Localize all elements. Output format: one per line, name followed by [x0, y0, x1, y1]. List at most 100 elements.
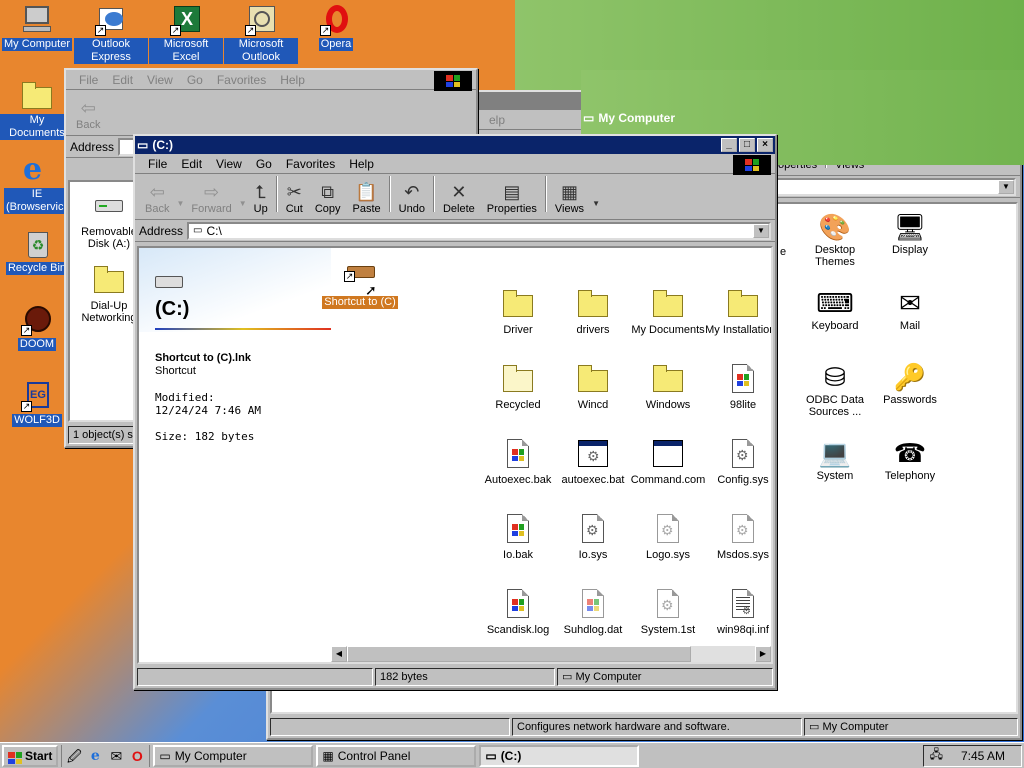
item-folder-wincd[interactable]: Wincd	[554, 363, 632, 411]
views-button[interactable]: ▦Views	[549, 173, 590, 215]
back-dropdown-button[interactable]: ▼	[175, 173, 185, 215]
c-drive-address-input[interactable]: ▭ C:\ ▼	[187, 221, 771, 240]
menu-view[interactable]: View	[209, 157, 249, 171]
cp-item-odbc[interactable]: ⛁ ODBC Data Sources ...	[796, 360, 874, 418]
folder-icon	[652, 363, 684, 395]
scroll-thumb[interactable]	[347, 646, 691, 662]
c-drive-content: (C:) Shortcut to (C).lnk Shortcut Modifi…	[137, 246, 773, 664]
item-file-suhdlog-dat[interactable]: Suhdlog.dat	[554, 588, 632, 636]
application-icon	[652, 438, 684, 470]
info-filetype: Shortcut	[155, 365, 196, 377]
start-button[interactable]: Start	[2, 744, 59, 767]
undo-button[interactable]: ↶ Undo	[393, 173, 431, 215]
desktop-icon-ie[interactable]: e IE (Browservice)	[0, 154, 74, 214]
cp-item-mail[interactable]: ✉ Mail	[871, 286, 949, 332]
task-my-computer[interactable]: ▭ My Computer	[153, 744, 314, 767]
scroll-right-button[interactable]: ▶	[755, 646, 771, 662]
item-file-autoexec-bat[interactable]: ⚙ autoexec.bat	[554, 438, 632, 486]
item-folder-driver[interactable]: Driver	[479, 288, 557, 336]
menu-go[interactable]: Go	[249, 157, 279, 171]
cp-item-keyboard[interactable]: ⌨ Keyboard	[796, 286, 874, 332]
minimize-button[interactable]: _	[721, 138, 737, 152]
quick-launch: 🖉 e ✉ O	[61, 744, 151, 767]
up-button[interactable]: ⮤ Up	[248, 173, 274, 215]
tray-network-icon[interactable]: 🖧	[930, 745, 943, 766]
task-c-drive[interactable]: ▭ (C:)	[479, 744, 640, 767]
status-zone: ▭ My Computer	[804, 718, 1018, 736]
cp-item-passwords[interactable]: 🔑 Passwords	[871, 360, 949, 406]
item-shortcut-to-c[interactable]: ↗ Shortcut to (C)	[321, 260, 399, 309]
show-desktop-icon[interactable]: 🖉	[65, 747, 83, 765]
info-pane-divider	[155, 328, 331, 330]
desktop-icon-my-documents[interactable]: My Documents	[0, 80, 74, 140]
menu-view[interactable]: View	[140, 73, 180, 87]
cp-item-display[interactable]: 🖥 Display	[871, 210, 949, 256]
back-button[interactable]: ⇦ Back	[70, 89, 106, 131]
item-folder-recycled[interactable]: Recycled	[479, 363, 557, 411]
menu-help[interactable]: Help	[342, 157, 381, 171]
views-dropdown-button[interactable]: ▼	[590, 173, 602, 215]
desktop-icon-wolf3d[interactable]: EG ↗ WOLF3D	[0, 380, 74, 427]
item-file-system-1st[interactable]: ⚙ System.1st	[629, 588, 707, 636]
desktop-icon-my-computer[interactable]: My Computer	[0, 4, 74, 51]
paste-button[interactable]: 📋 Paste	[347, 173, 387, 215]
help-menu[interactable]: elp	[482, 113, 512, 127]
item-file-io-bak[interactable]: Io.bak	[479, 513, 557, 561]
menu-help[interactable]: Help	[273, 73, 312, 87]
desktop-icon-recycle-bin[interactable]: ♻ Recycle Bin	[0, 228, 74, 275]
item-file-win98qi-inf[interactable]: ⚙ win98qi.inf	[704, 588, 771, 636]
menu-file[interactable]: File	[141, 157, 174, 171]
address-dropdown-button[interactable]: ▼	[753, 223, 769, 238]
menu-edit[interactable]: Edit	[105, 73, 140, 87]
item-file-config-sys[interactable]: ⚙ Config.sys	[704, 438, 771, 486]
cp-item-desktop-themes[interactable]: 🎨 Desktop Themes	[796, 210, 874, 268]
internet-explorer-icon[interactable]: e	[86, 747, 104, 765]
item-file-msdos-sys[interactable]: ⚙ Msdos.sys	[704, 513, 771, 561]
address-dropdown-button[interactable]: ▼	[998, 179, 1014, 194]
cut-button[interactable]: ✂ Cut	[280, 173, 309, 215]
menu-go[interactable]: Go	[180, 73, 210, 87]
maximize-button[interactable]: □	[739, 138, 755, 152]
desktop-themes-icon: 🎨	[818, 212, 852, 242]
cp-item-system[interactable]: 💻 System	[796, 436, 874, 482]
desktop-icon-outlook-express[interactable]: ↗ Outlook Express	[74, 4, 148, 64]
forward-button[interactable]: ⇨ Forward	[185, 173, 237, 215]
properties-button[interactable]: ▤ Properties	[481, 173, 543, 215]
back-button[interactable]: ⇦ Back	[139, 173, 175, 215]
item-folder-my-installations[interactable]: My Installations	[704, 288, 771, 336]
menu-favorites[interactable]: Favorites	[279, 157, 342, 171]
desktop-icon-doom[interactable]: ↗ DOOM	[0, 304, 74, 351]
horizontal-scrollbar[interactable]: ◀ ▶	[331, 646, 771, 662]
desktop-icon-opera[interactable]: ↗ Opera	[299, 4, 373, 51]
item-folder-my-documents[interactable]: My Documents	[629, 288, 707, 336]
item-file-98lite[interactable]: 98lite	[704, 363, 771, 411]
close-button[interactable]: ×	[757, 138, 773, 152]
task-control-panel[interactable]: ▦ Control Panel	[316, 744, 477, 767]
copy-button[interactable]: ⧉ Copy	[309, 173, 347, 215]
desktop-icon-microsoft-outlook[interactable]: ↗ Microsoft Outlook	[224, 4, 298, 64]
item-file-command-com[interactable]: Command.com	[629, 438, 707, 486]
menu-edit[interactable]: Edit	[174, 157, 209, 171]
item-folder-drivers[interactable]: drivers	[554, 288, 632, 336]
scroll-left-button[interactable]: ◀	[331, 646, 347, 662]
item-file-autoexec-bak[interactable]: Autoexec.bak	[479, 438, 557, 486]
status-size: 182 bytes	[375, 668, 555, 686]
item-file-logo-sys[interactable]: ⚙ Logo.sys	[629, 513, 707, 561]
cp-item-telephony[interactable]: ☎ Telephony	[871, 436, 949, 482]
desktop-icon-label: Opera	[318, 38, 354, 51]
menu-file[interactable]: File	[72, 73, 105, 87]
clock[interactable]: 7:45 AM	[961, 749, 1005, 763]
forward-dropdown-button[interactable]: ▼	[238, 173, 248, 215]
opera-icon[interactable]: O	[128, 747, 146, 765]
outlook-express-icon[interactable]: ✉	[107, 747, 125, 765]
delete-button[interactable]: ✕ Delete	[437, 173, 481, 215]
c-drive-window[interactable]: ▭ (C:) _ □ × File Edit View Go Favorites…	[133, 134, 777, 690]
c-drive-titlebar[interactable]: ▭ (C:) _ □ ×	[135, 136, 775, 154]
item-folder-windows[interactable]: Windows	[629, 363, 707, 411]
desktop-icon-microsoft-excel[interactable]: X ↗ Microsoft Excel	[149, 4, 223, 64]
item-file-scandisk-log[interactable]: Scandisk.log	[479, 588, 557, 636]
menu-favorites[interactable]: Favorites	[210, 73, 273, 87]
drive-small-icon: ▭	[485, 748, 497, 763]
item-file-io-sys[interactable]: ⚙ Io.sys	[554, 513, 632, 561]
c-drive-statusbar: 182 bytes ▭ My Computer	[137, 668, 773, 686]
